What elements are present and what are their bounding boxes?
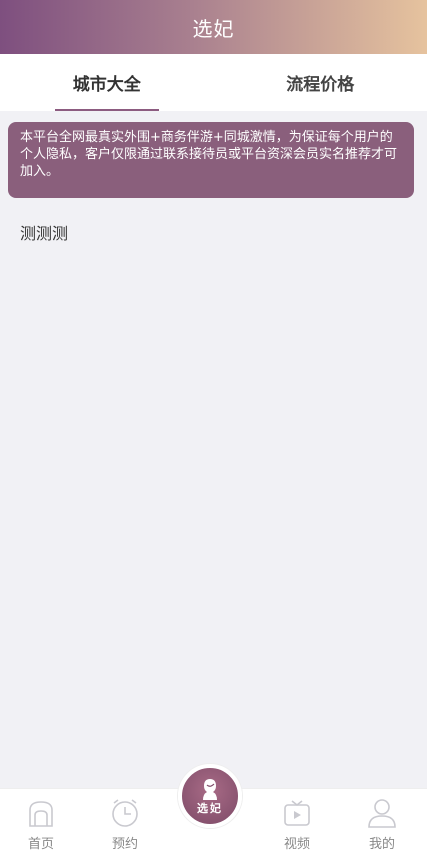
notice-text: 本平台全网最真实外围+商务伴游+同城激情，为保证每个用户的个人隐私，客户仅限通过… [20,130,398,179]
tabbar-item-home[interactable]: 首页 [11,789,71,856]
page-title: 选妃 [192,16,235,41]
tab-city-list[interactable]: 城市大全 [0,54,214,111]
tabbar-item-mine[interactable]: 我的 [352,789,412,856]
tabbar-label-video: 视频 [283,837,310,852]
city-list-item-label: 测测测 [20,224,69,243]
tabbar-label-mine: 我的 [368,837,395,852]
video-icon [284,800,310,826]
select-center-button[interactable]: 选妃 [178,764,242,828]
tabbar-label-home: 首页 [27,837,54,852]
user-icon [368,799,396,828]
lady-icon [203,779,217,800]
tab-bar-top: 城市大全 流程价格 [0,54,427,111]
tab-city-list-label: 城市大全 [72,75,141,95]
tabbar-item-video[interactable]: 视频 [267,789,327,856]
clock-icon [112,799,138,827]
tab-process-price-label: 流程价格 [286,75,355,95]
city-list-item[interactable]: 测测测 [20,220,68,244]
tabbar-item-booking[interactable]: 预约 [95,789,155,856]
tabbar-label-booking: 预约 [111,837,138,852]
center-button-label: 选妃 [197,802,223,815]
app-header: 选妃 [0,0,427,54]
notice-banner: 本平台全网最真实外围+商务伴游+同城激情，为保证每个用户的个人隐私，客户仅限通过… [8,122,414,198]
tab-process-price[interactable]: 流程价格 [214,54,427,111]
home-icon [29,801,53,827]
